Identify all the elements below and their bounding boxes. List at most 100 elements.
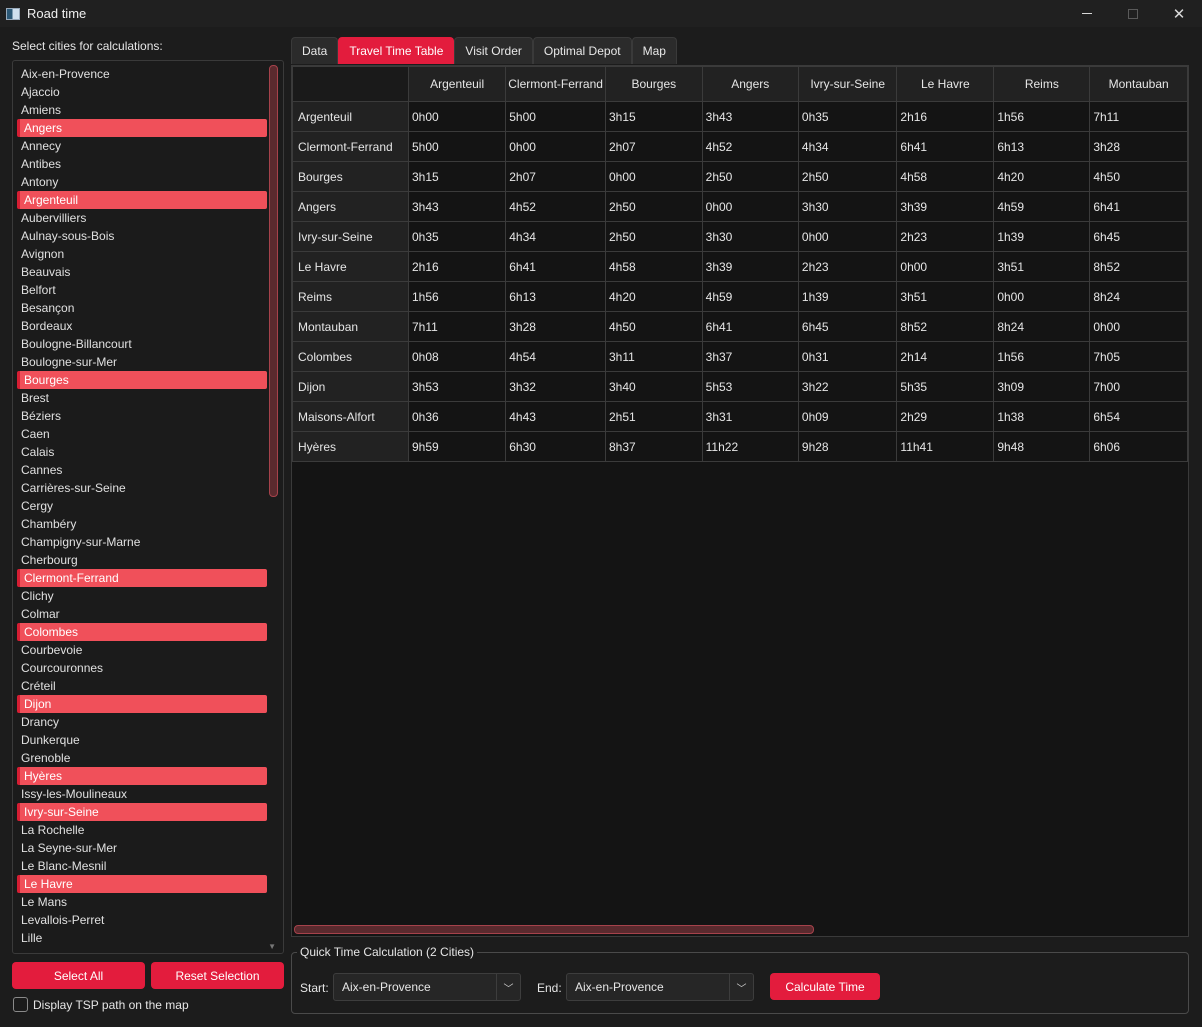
city-list-item[interactable]: La Seyne-sur-Mer: [13, 839, 267, 857]
city-list-item[interactable]: La Rochelle: [13, 821, 267, 839]
scroll-down-icon[interactable]: ▼: [268, 942, 276, 951]
table-cell[interactable]: 0h00: [701, 191, 799, 222]
start-city-select[interactable]: Aix-en-Provence ﹀: [333, 973, 521, 1001]
city-list-item[interactable]: Calais: [13, 443, 267, 461]
table-cell[interactable]: 4h52: [701, 131, 799, 162]
city-list-item[interactable]: Antibes: [13, 155, 267, 173]
city-list-item[interactable]: Bordeaux: [13, 317, 267, 335]
city-list-item[interactable]: Boulogne-sur-Mer: [13, 353, 267, 371]
table-cell[interactable]: 4h59: [993, 191, 1091, 222]
table-cell[interactable]: 3h15: [407, 161, 507, 192]
table-cell[interactable]: 4h54: [505, 341, 606, 372]
table-cell[interactable]: 1h56: [407, 281, 507, 312]
column-header[interactable]: Clermont-Ferrand: [505, 66, 606, 102]
city-list-item[interactable]: Belfort: [13, 281, 267, 299]
table-cell[interactable]: 3h51: [993, 251, 1091, 282]
table-cell[interactable]: 3h43: [407, 191, 507, 222]
table-cell[interactable]: 4h58: [896, 161, 995, 192]
city-list-item[interactable]: Grenoble: [13, 749, 267, 767]
city-list-item[interactable]: Aix-en-Provence: [13, 65, 267, 83]
maximize-button[interactable]: [1110, 0, 1156, 27]
city-list-item[interactable]: Colombes: [17, 623, 267, 641]
city-list-item[interactable]: Bourges: [17, 371, 267, 389]
end-city-select[interactable]: Aix-en-Provence ﹀: [566, 973, 754, 1001]
row-header[interactable]: Maisons-Alfort: [292, 401, 409, 432]
city-list-item[interactable]: Avignon: [13, 245, 267, 263]
table-cell[interactable]: 8h24: [993, 311, 1091, 342]
table-cell[interactable]: 3h15: [604, 101, 703, 132]
table-cell[interactable]: 1h39: [797, 281, 898, 312]
table-cell[interactable]: 3h28: [1089, 131, 1188, 162]
table-cell[interactable]: 5h53: [701, 371, 799, 402]
table-cell[interactable]: 2h50: [797, 161, 898, 192]
table-cell[interactable]: 0h36: [407, 401, 507, 432]
table-cell[interactable]: 2h07: [604, 131, 703, 162]
table-cell[interactable]: 1h56: [993, 341, 1091, 372]
table-cell[interactable]: 3h43: [701, 101, 799, 132]
city-list-item[interactable]: Cherbourg: [13, 551, 267, 569]
chevron-down-icon[interactable]: ﹀: [729, 974, 753, 1000]
table-cell[interactable]: 11h41: [896, 431, 995, 462]
table-corner[interactable]: [292, 66, 409, 102]
column-header[interactable]: Reims: [993, 66, 1091, 102]
table-cell[interactable]: 6h13: [505, 281, 606, 312]
city-list-item[interactable]: Créteil: [13, 677, 267, 695]
table-cell[interactable]: 3h37: [701, 341, 799, 372]
tsp-path-checkbox[interactable]: [13, 997, 28, 1012]
city-list-item[interactable]: Le Havre: [17, 875, 267, 893]
row-header[interactable]: Dijon: [292, 371, 409, 402]
table-cell[interactable]: 9h59: [407, 431, 507, 462]
city-list-item[interactable]: Annecy: [13, 137, 267, 155]
table-cell[interactable]: 3h28: [505, 311, 606, 342]
table-cell[interactable]: 6h41: [701, 311, 799, 342]
table-cell[interactable]: 2h07: [505, 161, 606, 192]
column-header[interactable]: Ivry-sur-Seine: [797, 66, 898, 102]
calculate-time-button[interactable]: Calculate Time: [770, 973, 880, 1000]
city-list-item[interactable]: Le Mans: [13, 893, 267, 911]
table-cell[interactable]: 2h23: [896, 221, 995, 252]
table-cell[interactable]: 6h13: [993, 131, 1091, 162]
city-list-item[interactable]: Courbevoie: [13, 641, 267, 659]
table-cell[interactable]: 2h50: [701, 161, 799, 192]
table-cell[interactable]: 4h43: [505, 401, 606, 432]
tab-optimal-depot[interactable]: Optimal Depot: [532, 37, 632, 64]
city-list-item[interactable]: Clichy: [13, 587, 267, 605]
row-header[interactable]: Clermont-Ferrand: [292, 131, 409, 162]
table-cell[interactable]: 9h48: [993, 431, 1091, 462]
city-list-item[interactable]: Issy-les-Moulineaux: [13, 785, 267, 803]
table-cell[interactable]: 6h06: [1089, 431, 1188, 462]
table-cell[interactable]: 7h11: [1089, 101, 1188, 132]
table-cell[interactable]: 5h00: [505, 101, 606, 132]
row-header[interactable]: Angers: [292, 191, 409, 222]
table-cell[interactable]: 1h39: [993, 221, 1091, 252]
reset-selection-button[interactable]: Reset Selection: [151, 962, 284, 989]
table-cell[interactable]: 2h16: [896, 101, 995, 132]
city-list-item[interactable]: Dunkerque: [13, 731, 267, 749]
tab-visit-order[interactable]: Visit Order: [454, 37, 533, 64]
table-cell[interactable]: 6h45: [797, 311, 898, 342]
table-cell[interactable]: 3h51: [896, 281, 995, 312]
table-cell[interactable]: 0h00: [993, 281, 1091, 312]
table-cell[interactable]: 7h11: [407, 311, 507, 342]
city-list-item[interactable]: Hyères: [17, 767, 267, 785]
table-cell[interactable]: 3h31: [701, 401, 799, 432]
row-header[interactable]: Bourges: [292, 161, 409, 192]
table-cell[interactable]: 7h00: [1089, 371, 1188, 402]
table-cell[interactable]: 3h09: [993, 371, 1091, 402]
table-cell[interactable]: 1h38: [993, 401, 1091, 432]
table-cell[interactable]: 2h16: [407, 251, 507, 282]
table-cell[interactable]: 6h45: [1089, 221, 1188, 252]
city-list-item[interactable]: Ivry-sur-Seine: [17, 803, 267, 821]
table-horizontal-scrollbar[interactable]: [294, 925, 814, 934]
row-header[interactable]: Montauban: [292, 311, 409, 342]
table-cell[interactable]: 0h35: [407, 221, 507, 252]
city-list-item[interactable]: Argenteuil: [17, 191, 267, 209]
city-list-item[interactable]: Chambéry: [13, 515, 267, 533]
table-cell[interactable]: 6h41: [896, 131, 995, 162]
tab-map[interactable]: Map: [631, 37, 677, 64]
table-cell[interactable]: 6h30: [505, 431, 606, 462]
city-list-item[interactable]: Cannes: [13, 461, 267, 479]
table-cell[interactable]: 2h50: [604, 221, 703, 252]
city-list-item[interactable]: Aulnay-sous-Bois: [13, 227, 267, 245]
table-cell[interactable]: 0h00: [505, 131, 606, 162]
